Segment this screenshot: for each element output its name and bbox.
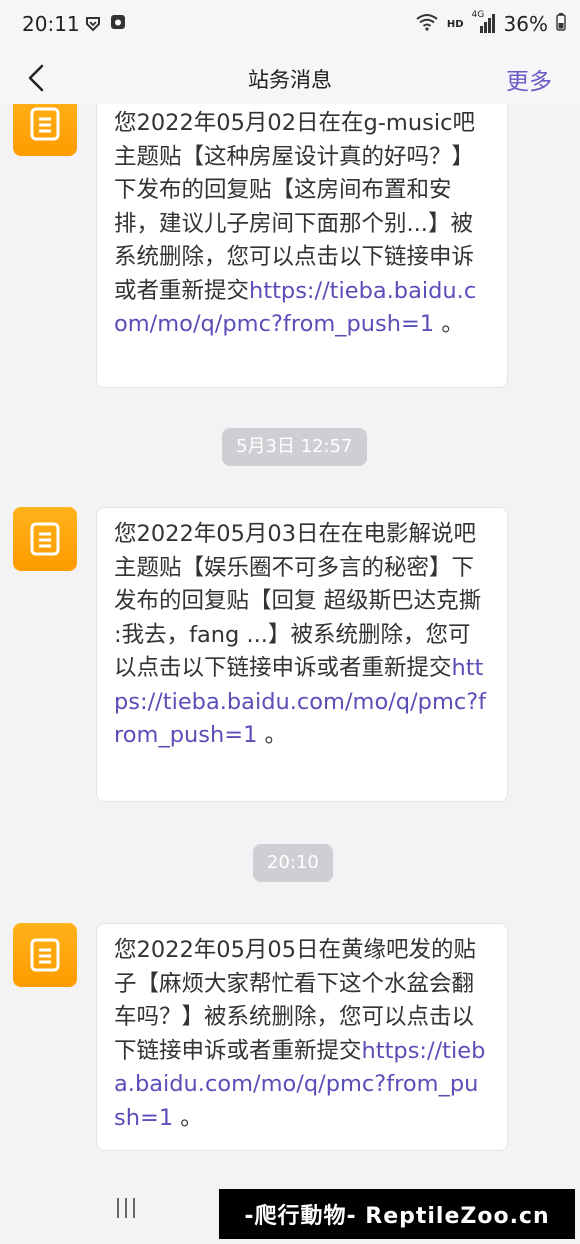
app-header: 站务消息 更多 [0, 50, 580, 104]
watermark-logo: -爬行動物- ReptileZoo.cn [219, 1189, 575, 1239]
recent-apps-icon [117, 1198, 135, 1218]
status-bar: 20:11 HD 4G 36% [0, 0, 580, 50]
status-time: 20:11 [22, 12, 80, 36]
battery-percent: 36% [503, 12, 548, 36]
notification-icon [84, 14, 102, 32]
message-end: 。 [434, 311, 464, 337]
message-bubble: 您2022年05月02日在在g-music吧主题贴【这种房屋设计真的好吗？】下发… [96, 104, 508, 388]
system-avatar[interactable] [13, 104, 77, 156]
message-text: 您2022年05月02日在在g-music吧主题贴【这种房屋设计真的好吗？】下发… [114, 110, 475, 304]
signal-icon: 4G [472, 10, 496, 34]
timestamp-pill: 5月3日 12:57 [222, 428, 367, 466]
status-right: HD 4G 36% [415, 10, 566, 36]
app-notification-icon [110, 14, 128, 32]
hd-label: HD [446, 18, 464, 30]
more-button[interactable]: 更多 [506, 62, 552, 96]
system-avatar[interactable] [13, 507, 77, 571]
document-icon [30, 522, 60, 556]
recent-apps-button[interactable] [114, 1196, 138, 1224]
document-icon [30, 107, 60, 141]
message-end: 。 [257, 722, 288, 748]
message-bubble: 您2022年05月05日在黄缘吧发的贴子【麻烦大家帮忙看下这个水盆会翻车吗？】被… [96, 923, 508, 1151]
timestamp-pill: 20:10 [253, 844, 333, 882]
page-title: 站务消息 [248, 68, 332, 92]
battery-icon [556, 12, 566, 36]
wifi-icon [415, 12, 439, 36]
message-list[interactable]: 您2022年05月02日在在g-music吧主题贴【这种房屋设计真的好吗？】下发… [0, 104, 580, 1172]
document-icon [30, 938, 60, 972]
message-end: 。 [173, 1104, 203, 1131]
message-text: 您2022年05月03日在在电影解说吧主题贴【娱乐圈不可多言的秘密】下发布的回复… [114, 521, 482, 681]
system-avatar[interactable] [13, 923, 77, 987]
message-bubble: 您2022年05月03日在在电影解说吧主题贴【娱乐圈不可多言的秘密】下发布的回复… [96, 507, 508, 802]
